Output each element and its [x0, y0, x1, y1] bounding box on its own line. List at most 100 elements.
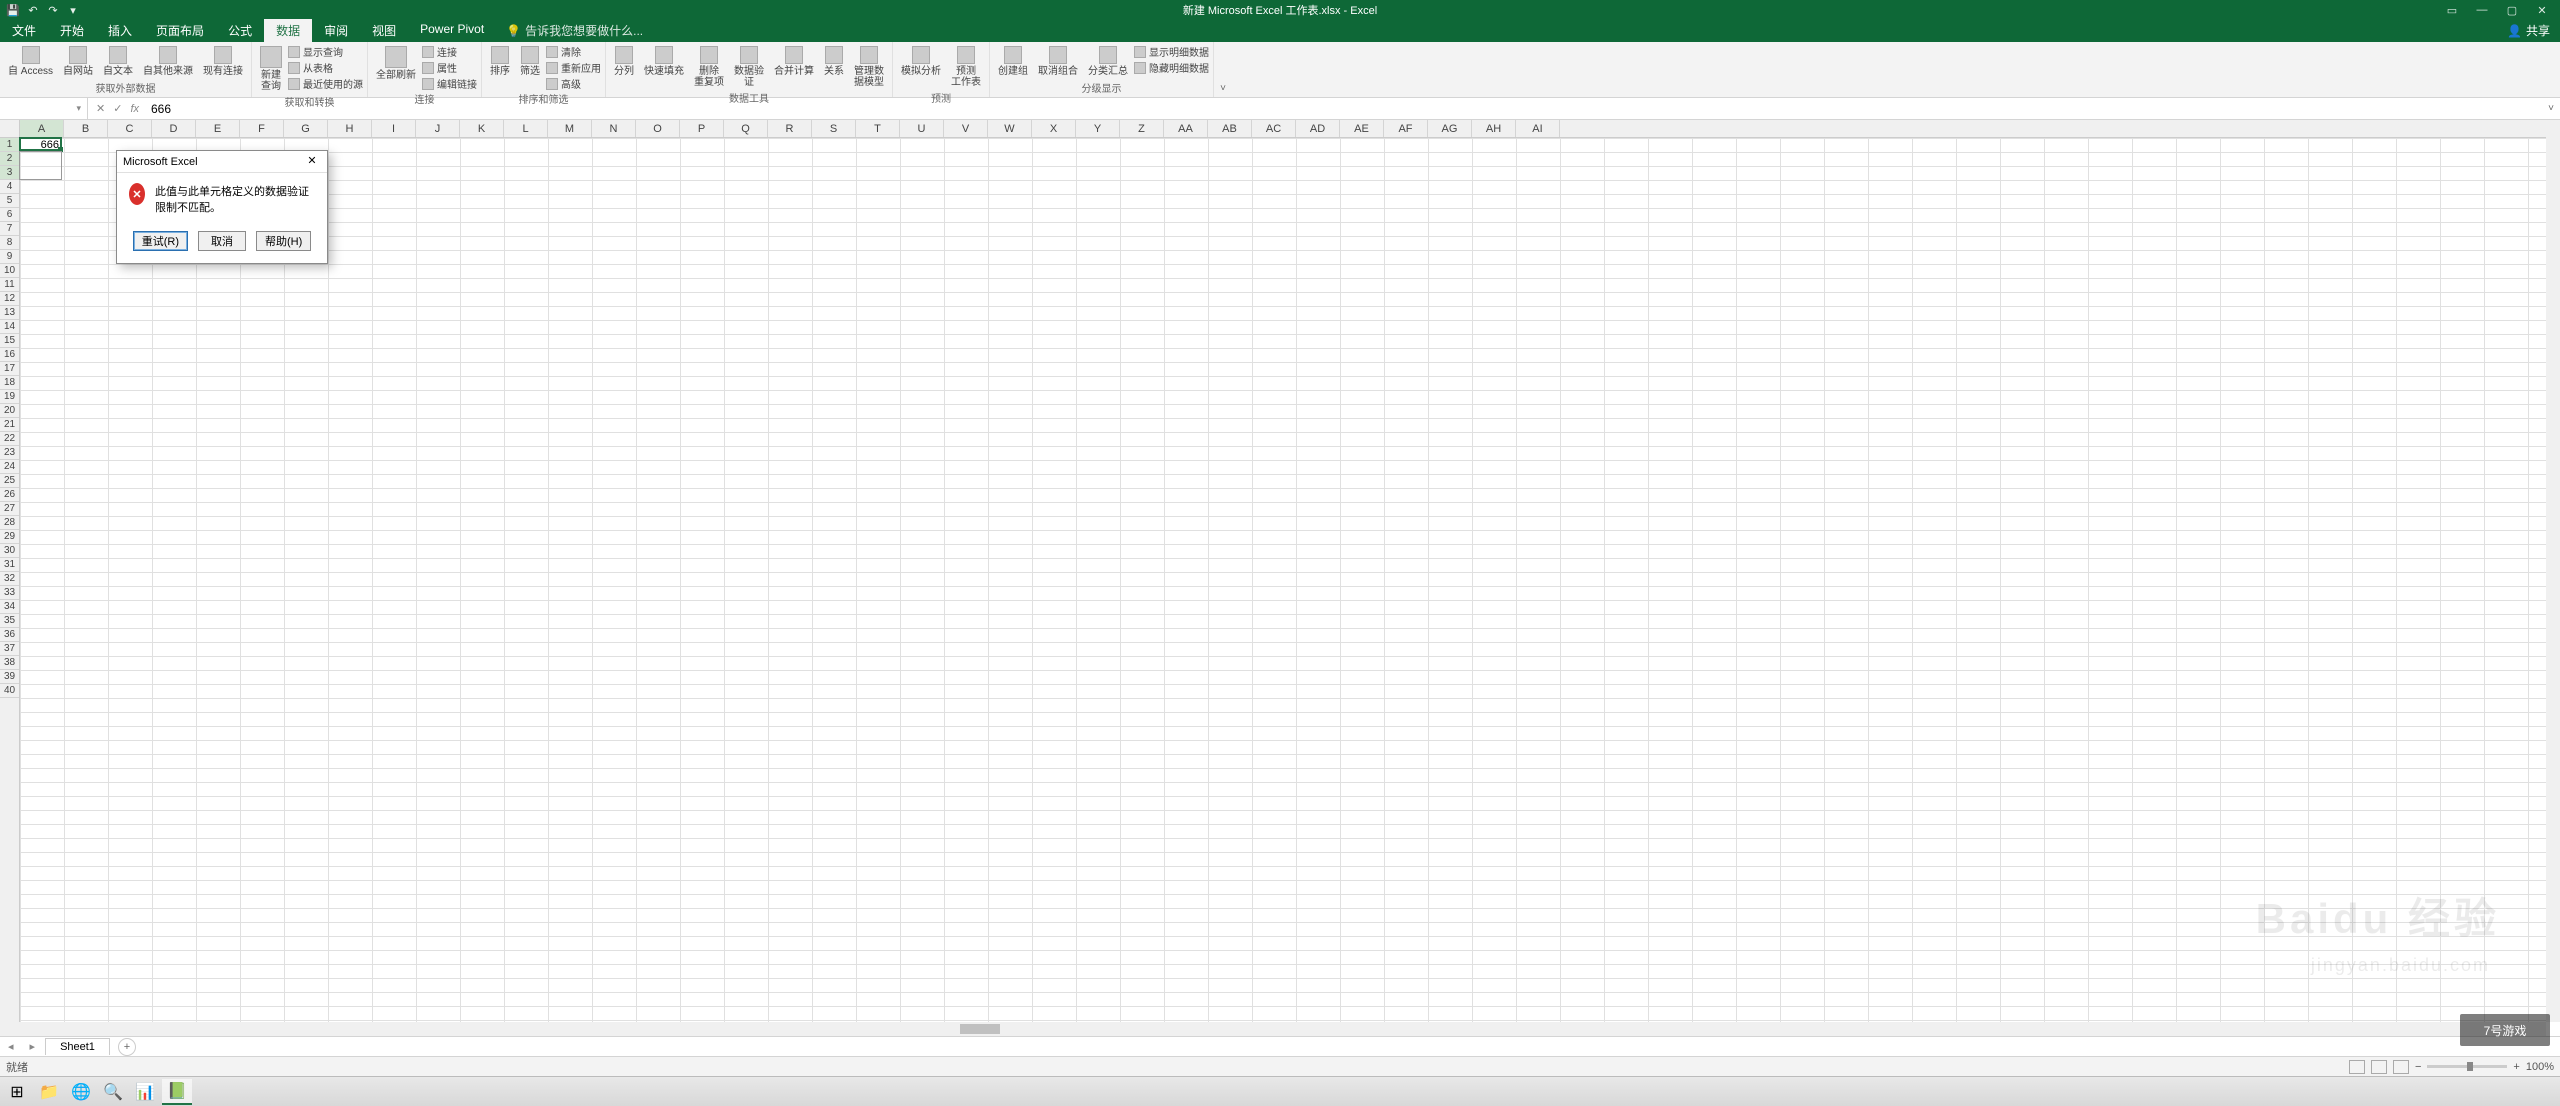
column-header[interactable]: Z — [1120, 120, 1164, 137]
column-header[interactable]: F — [240, 120, 284, 137]
undo-icon[interactable]: ↶ — [26, 3, 40, 17]
row-header[interactable]: 32 — [0, 572, 19, 586]
ribbon-button[interactable]: 预测工作表 — [947, 44, 985, 90]
dialog-titlebar[interactable]: Microsoft Excel ✕ — [117, 151, 327, 173]
row-header[interactable]: 17 — [0, 362, 19, 376]
tell-me-search[interactable]: 💡 告诉我您想要做什么... — [496, 19, 653, 42]
row-header[interactable]: 33 — [0, 586, 19, 600]
tab-审阅[interactable]: 审阅 — [312, 19, 360, 42]
column-header[interactable]: T — [856, 120, 900, 137]
row-header[interactable]: 34 — [0, 600, 19, 614]
ribbon-button[interactable]: 全部刷新 — [372, 44, 420, 83]
taskbar-app-icon[interactable]: 📊 — [130, 1079, 160, 1105]
column-header[interactable]: P — [680, 120, 724, 137]
page-layout-view-icon[interactable] — [2371, 1060, 2387, 1074]
name-box-input[interactable] — [6, 102, 76, 116]
row-header[interactable]: 19 — [0, 390, 19, 404]
row-header[interactable]: 26 — [0, 488, 19, 502]
zoom-in-icon[interactable]: + — [2513, 1061, 2519, 1073]
ribbon-small-button[interactable]: 重新应用 — [546, 60, 601, 75]
ribbon-button[interactable]: 数据验证 — [730, 44, 768, 90]
tab-视图[interactable]: 视图 — [360, 19, 408, 42]
row-header[interactable]: 36 — [0, 628, 19, 642]
tab-数据[interactable]: 数据 — [264, 19, 312, 42]
column-header[interactable]: S — [812, 120, 856, 137]
column-header[interactable]: X — [1032, 120, 1076, 137]
row-header[interactable]: 24 — [0, 460, 19, 474]
taskbar-excel-icon[interactable]: 📗 — [162, 1079, 192, 1105]
taskbar-edge-icon[interactable]: 🌐 — [66, 1079, 96, 1105]
ribbon-button[interactable]: 新建查询 — [256, 44, 286, 94]
row-header[interactable]: 13 — [0, 306, 19, 320]
ribbon-button[interactable]: 排序 — [486, 44, 514, 79]
cancel-formula-icon[interactable]: ✕ — [96, 102, 105, 115]
ribbon-options-icon[interactable]: ▭ — [2438, 1, 2466, 19]
tab-开始[interactable]: 开始 — [48, 19, 96, 42]
column-header[interactable]: Q — [724, 120, 768, 137]
ribbon-button[interactable]: 取消组合 — [1034, 44, 1082, 79]
column-header[interactable]: G — [284, 120, 328, 137]
column-header[interactable]: I — [372, 120, 416, 137]
row-header[interactable]: 10 — [0, 264, 19, 278]
add-sheet-button[interactable]: + — [118, 1038, 136, 1056]
column-header[interactable]: AB — [1208, 120, 1252, 137]
row-header[interactable]: 6 — [0, 208, 19, 222]
ribbon-small-button[interactable]: 显示明细数据 — [1134, 44, 1209, 59]
ribbon-button[interactable]: 分类汇总 — [1084, 44, 1132, 79]
maximize-icon[interactable]: ▢ — [2498, 1, 2526, 19]
select-all-triangle[interactable] — [0, 120, 20, 138]
column-header[interactable]: AE — [1340, 120, 1384, 137]
column-header[interactable]: D — [152, 120, 196, 137]
ribbon-button[interactable]: 筛选 — [516, 44, 544, 79]
row-header[interactable]: 29 — [0, 530, 19, 544]
row-header[interactable]: 39 — [0, 670, 19, 684]
retry-button[interactable]: 重试(R) — [133, 231, 188, 251]
dialog-close-icon[interactable]: ✕ — [303, 153, 321, 171]
tab-文件[interactable]: 文件 — [0, 19, 48, 42]
vertical-scrollbar[interactable] — [2546, 120, 2560, 1022]
horizontal-scrollbar[interactable] — [0, 1022, 2546, 1036]
cancel-button[interactable]: 取消 — [198, 231, 246, 251]
column-header[interactable]: M — [548, 120, 592, 137]
row-header[interactable]: 9 — [0, 250, 19, 264]
share-button[interactable]: 👤 共享 — [2497, 19, 2560, 42]
column-header[interactable]: AH — [1472, 120, 1516, 137]
tab-公式[interactable]: 公式 — [216, 19, 264, 42]
column-headers[interactable]: ABCDEFGHIJKLMNOPQRSTUVWXYZAAABACADAEAFAG… — [20, 120, 2546, 138]
row-header[interactable]: 31 — [0, 558, 19, 572]
row-header[interactable]: 35 — [0, 614, 19, 628]
ribbon-button[interactable]: 自其他来源 — [139, 44, 197, 79]
start-button[interactable]: ⊞ — [2, 1079, 32, 1105]
row-header[interactable]: 7 — [0, 222, 19, 236]
column-header[interactable]: W — [988, 120, 1032, 137]
ribbon-button[interactable]: 关系 — [820, 44, 848, 79]
taskbar-search-icon[interactable]: 🔍 — [98, 1079, 128, 1105]
ribbon-button[interactable]: 分列 — [610, 44, 638, 79]
column-header[interactable]: B — [64, 120, 108, 137]
ribbon-button[interactable]: 自文本 — [99, 44, 137, 79]
zoom-percent[interactable]: 100% — [2526, 1061, 2554, 1073]
ribbon-small-button[interactable]: 连接 — [422, 44, 477, 59]
tab-Power Pivot[interactable]: Power Pivot — [408, 19, 496, 42]
column-header[interactable]: V — [944, 120, 988, 137]
row-header[interactable]: 14 — [0, 320, 19, 334]
ribbon-small-button[interactable]: 隐藏明细数据 — [1134, 60, 1209, 75]
ribbon-small-button[interactable]: 属性 — [422, 60, 477, 75]
column-header[interactable]: AA — [1164, 120, 1208, 137]
column-header[interactable]: E — [196, 120, 240, 137]
name-box[interactable]: ▾ — [0, 98, 88, 119]
row-header[interactable]: 28 — [0, 516, 19, 530]
row-header[interactable]: 38 — [0, 656, 19, 670]
row-header[interactable]: 20 — [0, 404, 19, 418]
row-header[interactable]: 2 — [0, 152, 19, 166]
ribbon-button[interactable]: 管理数据模型 — [850, 44, 888, 90]
cell-area[interactable]: 666 — [20, 138, 2546, 1022]
ribbon-small-button[interactable]: 最近使用的源 — [288, 76, 363, 91]
redo-icon[interactable]: ↷ — [46, 3, 60, 17]
column-header[interactable]: R — [768, 120, 812, 137]
taskbar-explorer-icon[interactable]: 📁 — [34, 1079, 64, 1105]
page-break-view-icon[interactable] — [2393, 1060, 2409, 1074]
ribbon-button[interactable]: 创建组 — [994, 44, 1032, 79]
enter-formula-icon[interactable]: ✓ — [113, 102, 122, 115]
column-header[interactable]: N — [592, 120, 636, 137]
